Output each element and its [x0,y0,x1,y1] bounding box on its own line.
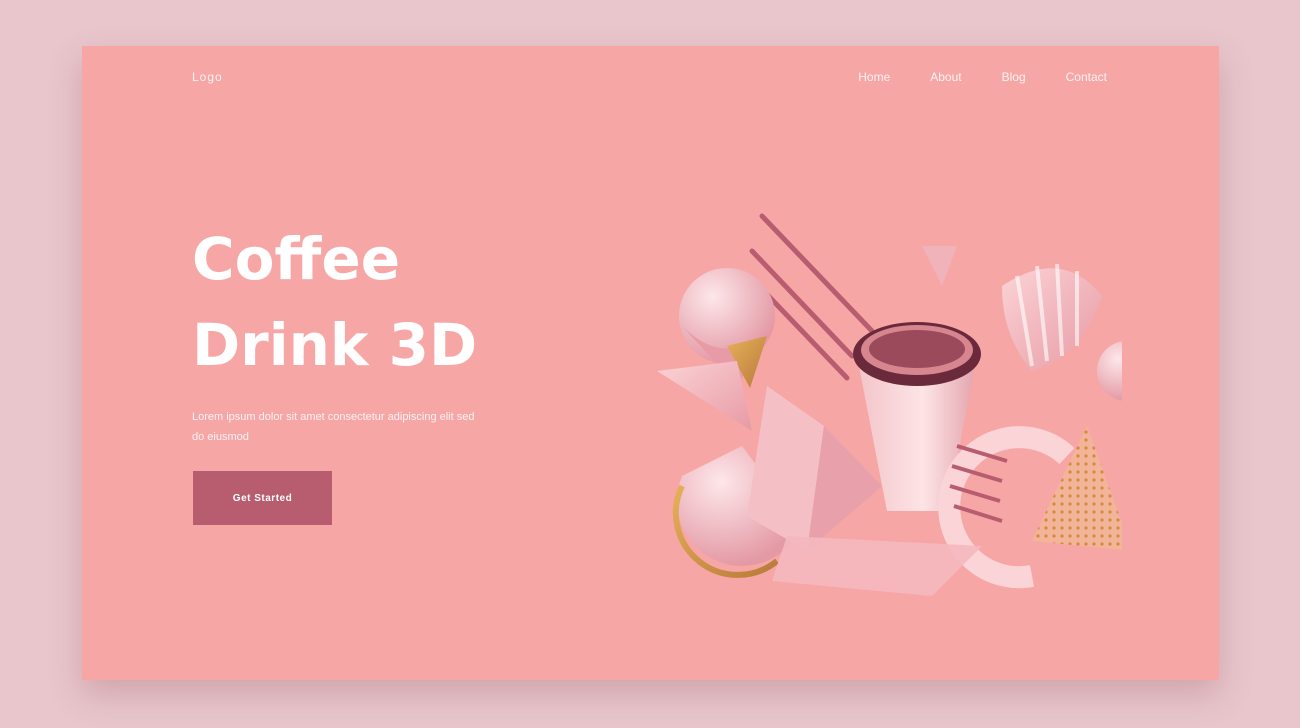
nav-item-about[interactable]: About [930,70,961,84]
nav-item-contact[interactable]: Contact [1066,70,1107,84]
landing-card: Logo Home About Blog Contact Coffee Drin… [82,46,1219,680]
nav-menu: Home About Blog Contact [858,70,1107,84]
get-started-button[interactable]: Get Started [193,471,332,525]
hero-title-line-2: Drink 3D [192,311,478,379]
coffee-cup-illustration [657,213,1122,596]
nav-item-blog[interactable]: Blog [1002,70,1026,84]
folded-block-decoration [747,386,882,551]
top-navigation: Logo Home About Blog Contact [82,46,1219,108]
logo[interactable]: Logo [192,70,223,84]
top-pink-triangle [922,246,957,286]
right-fan-shape [1002,263,1102,371]
hero-subtitle: Lorem ipsum dolor sit amet consectetur a… [192,411,475,443]
page-background: Logo Home About Blog Contact Coffee Drin… [0,0,1300,728]
right-pink-sphere [1097,341,1122,401]
floor-slab-decoration [772,536,982,596]
hero-title-line-1: Coffee [192,225,401,293]
hero-title: Coffee Drink 3D [192,216,477,388]
nav-item-home[interactable]: Home [858,70,890,84]
left-triangle-block [657,361,752,431]
